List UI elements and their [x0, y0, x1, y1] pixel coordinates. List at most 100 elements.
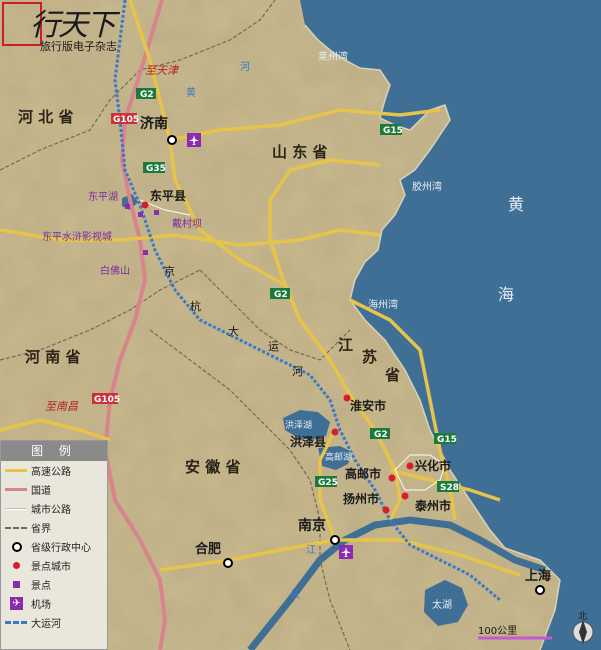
water-label-huang: 黄 — [508, 195, 524, 214]
legend-label: 大运河 — [31, 619, 61, 630]
road-shield-g105-north: G105 — [111, 113, 139, 125]
svg-text:G105: G105 — [113, 115, 139, 125]
direction-label-tianjin: 至天津 — [145, 64, 180, 77]
svg-text:S28: S28 — [440, 483, 459, 493]
scenic-spot-icon — [125, 204, 130, 209]
legend-label: 省级行政中心 — [31, 543, 91, 554]
scenic-city-symbol — [1, 556, 31, 575]
water-label-jiang: 江 — [306, 544, 316, 556]
svg-text:G2: G2 — [274, 290, 288, 300]
city-label-yangzhou: 扬州市 — [343, 491, 379, 506]
road-shield-g35: G35 — [143, 162, 166, 174]
road-shield-g15-north: G15 — [380, 124, 403, 136]
legend-row: 国道 — [1, 480, 107, 499]
province-label-hebei: 河 北 省 — [18, 108, 73, 126]
city-label-hongze: 洪泽县 — [290, 434, 326, 449]
scenic-city-icon — [331, 428, 339, 436]
spot-label-shuihu: 东平水浒影视城 — [42, 230, 112, 243]
provincial-capital-icon — [167, 135, 177, 145]
canal-label-yun: 运 — [268, 340, 279, 353]
provincial-capital-icon — [535, 585, 545, 595]
city-label-xinghua: 兴化市 — [415, 458, 451, 473]
water-label-taihu: 太湖 — [432, 598, 452, 611]
direction-label-nanchang: 至南昌 — [45, 400, 79, 413]
provincial-capital-icon — [330, 535, 340, 545]
legend-panel: 图 例 高速公路 国道 城市公路 省界 省级行政中心 景点城市 景点 ✈ 机场 … — [0, 440, 108, 650]
spot-label-daicunba: 戴村坝 — [172, 217, 202, 230]
canal-label-he: 河 — [292, 365, 303, 378]
scenic-city-icon — [401, 492, 409, 500]
city-label-shanghai: 上海 — [525, 568, 551, 584]
provincial-capital-icon — [223, 558, 233, 568]
scenic-spot-icon — [138, 212, 143, 217]
scenic-city-icon — [382, 506, 390, 514]
province-label-henan: 河 南 省 — [25, 348, 80, 366]
spot-label-baifoshan: 白佛山 — [100, 264, 130, 277]
city-label-gaoyou: 高邮市 — [345, 466, 381, 481]
svg-text:G35: G35 — [146, 164, 166, 174]
grand-canal-symbol — [1, 613, 31, 632]
legend-label: 机场 — [31, 600, 51, 611]
water-label-he: 河 — [240, 61, 250, 73]
road-shield-g2-north: G2 — [136, 88, 156, 100]
scenic-city-icon — [343, 394, 351, 402]
compass-label: 北 — [578, 611, 587, 622]
province-border-symbol — [1, 518, 31, 537]
scale-label: 100公里 — [478, 625, 517, 637]
legend-row: ✈ 机场 — [1, 594, 107, 613]
svg-text:G2: G2 — [374, 430, 388, 440]
province-label-jiangsu-1: 江 — [338, 336, 353, 354]
water-label-laizhouwan: 莱州湾 — [318, 50, 348, 63]
legend-label: 景点 — [31, 581, 51, 592]
water-label-gaoyouhu: 高邮湖 — [325, 451, 352, 463]
scenic-city-icon — [406, 462, 414, 470]
road-shield-g25: G25 — [315, 476, 338, 488]
city-label-huaian: 淮安市 — [350, 398, 386, 413]
legend-row: 景点 — [1, 575, 107, 594]
water-label-hongzehu: 洪泽湖 — [285, 419, 312, 431]
svg-text:G2: G2 — [140, 90, 154, 100]
legend-title: 图 例 — [1, 441, 107, 461]
expressway-symbol — [1, 461, 31, 480]
legend-label: 高速公路 — [31, 467, 71, 478]
svg-text:G105: G105 — [94, 395, 120, 405]
water-label-chang: 长 — [290, 589, 300, 601]
airport-icon — [187, 133, 201, 147]
legend-row: 城市公路 — [1, 499, 107, 518]
water-label-jiaozhouwan: 胶州湾 — [412, 180, 442, 193]
city-label-hefei: 合肥 — [195, 541, 221, 557]
scenic-spot-symbol — [1, 575, 31, 594]
legend-label: 省界 — [31, 524, 51, 535]
airport-symbol: ✈ — [1, 594, 31, 613]
city-label-jinan: 济南 — [140, 115, 168, 132]
scenic-city-icon — [388, 474, 396, 482]
scenic-spot-icon — [143, 250, 148, 255]
road-shield-g2-mid: G2 — [270, 288, 290, 300]
legend-row: 高速公路 — [1, 461, 107, 480]
road-shield-g105-south: G105 — [92, 393, 120, 405]
canal-label-hang: 杭 — [190, 299, 201, 313]
province-label-anhui: 安 徽 省 — [185, 458, 240, 476]
city-label-dongping: 东平县 — [150, 188, 186, 203]
road-shield-g15-south: G15 — [434, 433, 457, 445]
water-label-hai: 海 — [498, 285, 514, 304]
airport-icon — [339, 545, 353, 559]
svg-text:G15: G15 — [437, 435, 457, 445]
legend-label: 国道 — [31, 486, 51, 497]
province-label-jiangsu-3: 省 — [384, 366, 400, 384]
legend-row: 景点城市 — [1, 556, 107, 575]
legend-row: 省级行政中心 — [1, 537, 107, 556]
map[interactable]: 河 北 省 山 东 省 河 南 省 安 徽 省 江 苏 省 济南 东平县 淮安市… — [0, 0, 601, 650]
legend-row: 大运河 — [1, 613, 107, 632]
road-shield-s28: S28 — [437, 481, 459, 493]
water-label-haizhouwan: 海州湾 — [368, 298, 398, 311]
city-label-taizhou: 泰州市 — [414, 498, 451, 513]
national-road-symbol — [1, 480, 31, 499]
magazine-logo: 行天下 旅行版电子杂志 — [0, 0, 140, 58]
water-label-huang2: 黄 — [186, 86, 196, 99]
city-road-symbol — [1, 499, 31, 518]
canal-label-da: 大 — [228, 324, 239, 338]
logo-subtitle: 旅行版电子杂志 — [40, 40, 117, 53]
province-label-jiangsu-2: 苏 — [362, 348, 377, 366]
svg-text:G15: G15 — [383, 126, 403, 136]
